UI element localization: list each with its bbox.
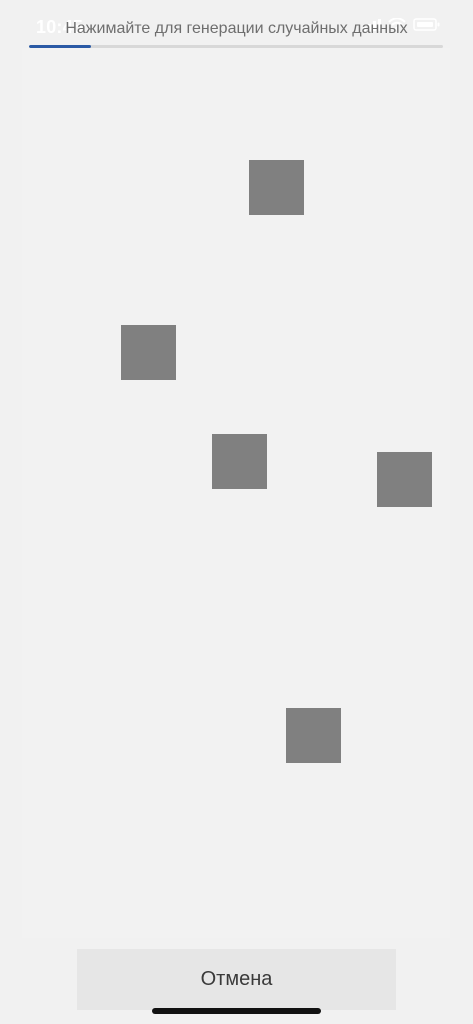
progress-bar xyxy=(29,45,443,48)
progress-fill xyxy=(29,45,92,48)
target-square[interactable] xyxy=(377,452,432,507)
target-square[interactable] xyxy=(249,160,304,215)
target-square[interactable] xyxy=(212,434,267,489)
target-square[interactable] xyxy=(286,708,341,763)
instruction-text: Нажимайте для генерации случайных данных xyxy=(65,20,408,37)
cancel-button[interactable]: Отмена xyxy=(77,949,396,1010)
target-square[interactable] xyxy=(121,325,176,380)
home-indicator xyxy=(152,1008,321,1014)
random-data-screen: 10:45 Нажимайте для генерации случайных … xyxy=(0,0,473,1024)
